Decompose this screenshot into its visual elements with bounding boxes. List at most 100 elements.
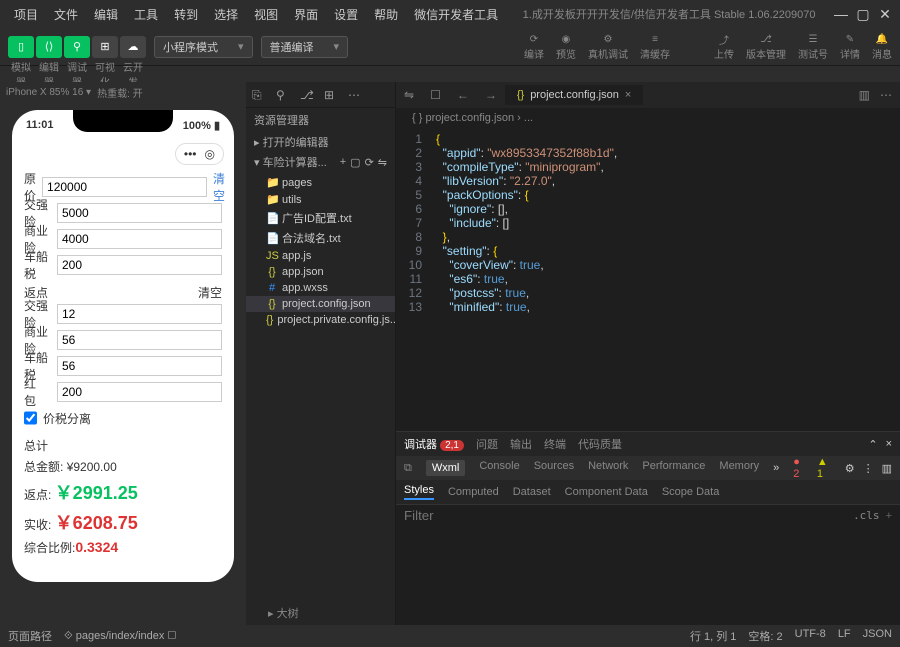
devtab-Sources[interactable]: Sources xyxy=(534,460,574,476)
mode-select[interactable]: 小程序模式 xyxy=(154,36,253,58)
devtab-Performance[interactable]: Performance xyxy=(642,460,705,476)
file-app.wxss[interactable]: #app.wxss xyxy=(246,280,395,296)
filter-input[interactable] xyxy=(404,508,853,523)
r-syx-input[interactable] xyxy=(57,330,222,350)
simulator-toggle[interactable]: ▯ xyxy=(8,36,34,58)
action-测试号[interactable]: ☰测试号 xyxy=(798,32,828,61)
subtab-Styles[interactable]: Styles xyxy=(404,484,434,500)
debug-tab-终端[interactable]: 终端 xyxy=(544,436,566,452)
warn-count[interactable]: ▲ 1 xyxy=(817,456,837,480)
menu-视图[interactable]: 视图 xyxy=(248,4,284,25)
menu-帮助[interactable]: 帮助 xyxy=(368,4,404,25)
panel-up-icon[interactable]: ⌃ xyxy=(868,438,877,451)
minimize-icon[interactable]: — xyxy=(834,7,848,21)
menu-转到[interactable]: 转到 xyxy=(168,4,204,25)
menu-工具[interactable]: 工具 xyxy=(128,4,164,25)
cursor-pos[interactable]: 行 1, 列 1 xyxy=(690,628,736,644)
r-ccs-input[interactable] xyxy=(57,356,222,376)
menu-设置[interactable]: 设置 xyxy=(328,4,364,25)
device-select[interactable]: iPhone X 85% 16 ▾ xyxy=(6,87,91,98)
split-icon[interactable]: ▥ xyxy=(859,88,870,102)
editor-toggle[interactable]: ⟨⟩ xyxy=(36,36,62,58)
open-editors-section[interactable]: ▸ 打开的编辑器 xyxy=(246,132,395,152)
branch-icon[interactable]: ⎇ xyxy=(300,88,314,102)
page-path[interactable]: ⟐ pages/index/index ▢ xyxy=(64,630,176,643)
action-消息[interactable]: 🔔消息 xyxy=(872,32,892,61)
swap-icon[interactable]: ⇋ xyxy=(396,88,422,102)
file-project.private.config.js...[interactable]: {}project.private.config.js... xyxy=(246,312,395,328)
inspect-icon[interactable]: ⧉ xyxy=(404,462,412,475)
file-app.js[interactable]: JSapp.js xyxy=(246,248,395,264)
encoding[interactable]: UTF-8 xyxy=(795,628,826,644)
devtab-Console[interactable]: Console xyxy=(479,460,519,476)
dock-icon[interactable]: ▥ xyxy=(882,462,892,475)
debug-tab-问题[interactable]: 问题 xyxy=(476,436,498,452)
original-input[interactable] xyxy=(42,177,207,197)
action-预览[interactable]: ◉预览 xyxy=(556,32,576,61)
file-合法域名.txt[interactable]: 📄合法域名.txt xyxy=(246,228,395,248)
panel-close-icon[interactable]: × xyxy=(886,438,892,451)
refresh-icon[interactable]: ⟳ xyxy=(365,156,374,169)
debug-tab-代码质量[interactable]: 代码质量 xyxy=(578,436,622,452)
clear-button[interactable]: 清空 xyxy=(213,170,225,204)
jqx-input[interactable] xyxy=(57,203,222,223)
forward-icon[interactable]: → xyxy=(477,88,505,102)
eol[interactable]: LF xyxy=(838,628,851,644)
devtab-Network[interactable]: Network xyxy=(588,460,628,476)
lang[interactable]: JSON xyxy=(863,628,892,644)
cls-button[interactable]: .cls xyxy=(853,509,880,522)
more-editor-icon[interactable]: ⋯ xyxy=(880,88,892,102)
dashi-label[interactable]: ▸ 大树 xyxy=(260,601,307,625)
cloud-toggle[interactable]: ☁ xyxy=(120,36,146,58)
debug-tab-调试器[interactable]: 调试器 2,1 xyxy=(404,436,464,452)
hb-input[interactable] xyxy=(57,382,222,402)
editor-tab[interactable]: {} project.config.json × xyxy=(505,85,643,105)
ccs-input[interactable] xyxy=(57,255,222,275)
back-icon[interactable]: ← xyxy=(449,88,477,102)
syx-input[interactable] xyxy=(57,229,222,249)
action-上传[interactable]: ⤴上传 xyxy=(714,32,734,61)
spaces[interactable]: 空格: 2 xyxy=(748,628,782,644)
menu-选择[interactable]: 选择 xyxy=(208,4,244,25)
menu-编辑[interactable]: 编辑 xyxy=(88,4,124,25)
subtab-Dataset[interactable]: Dataset xyxy=(513,486,551,498)
action-详情[interactable]: ✎详情 xyxy=(840,32,860,61)
menu-界面[interactable]: 界面 xyxy=(288,4,324,25)
debug-tab-输出[interactable]: 输出 xyxy=(510,436,532,452)
file-project.config.json[interactable]: {}project.config.json xyxy=(246,296,395,312)
new-file-icon[interactable]: + xyxy=(340,156,346,169)
menu-项目[interactable]: 项目 xyxy=(8,4,44,25)
add-rule-icon[interactable]: + xyxy=(886,510,892,522)
subtab-Scope Data[interactable]: Scope Data xyxy=(662,486,719,498)
code-area[interactable]: 1{2 "appid": "wx8953347352f88b1d",3 "com… xyxy=(396,128,900,431)
action-版本管理[interactable]: ⎇版本管理 xyxy=(746,32,786,61)
action-编译[interactable]: ⟳编译 xyxy=(524,32,544,61)
devtab-Memory[interactable]: Memory xyxy=(719,460,759,476)
compile-select[interactable]: 普通编译 xyxy=(261,36,349,58)
action-真机调试[interactable]: ⚙真机调试 xyxy=(588,32,628,61)
action-清缓存[interactable]: ≡清缓存 xyxy=(640,32,670,61)
bookmark-icon[interactable]: ☐ xyxy=(422,88,449,102)
split-checkbox[interactable] xyxy=(24,408,37,428)
menu-文件[interactable]: 文件 xyxy=(48,4,84,25)
visual-toggle[interactable]: ⊞ xyxy=(92,36,118,58)
devtab-Wxml[interactable]: Wxml xyxy=(426,460,466,476)
ext-icon[interactable]: ⊞ xyxy=(324,88,338,102)
menu-微信开发者工具[interactable]: 微信开发者工具 xyxy=(408,4,504,25)
new-folder-icon[interactable]: ▢ xyxy=(350,156,360,169)
menu-icon[interactable]: ••• xyxy=(184,147,197,161)
more-devtabs-icon[interactable]: » xyxy=(773,462,779,474)
r-jqx-input[interactable] xyxy=(57,304,222,324)
breadcrumb[interactable]: { } project.config.json › ... xyxy=(396,108,900,128)
capsule[interactable]: ••• ◎ xyxy=(175,143,224,165)
file-app.json[interactable]: {}app.json xyxy=(246,264,395,280)
subtab-Component Data[interactable]: Component Data xyxy=(565,486,648,498)
more-icon[interactable]: ⋯ xyxy=(348,88,362,102)
collapse-icon[interactable]: ⇋ xyxy=(378,156,387,169)
error-count[interactable]: ● 2 xyxy=(793,456,809,480)
files-icon[interactable]: ⎘ xyxy=(252,88,266,102)
close-tab-icon[interactable]: × xyxy=(625,89,631,101)
debugger-toggle[interactable]: ⚲ xyxy=(64,36,90,58)
project-section[interactable]: ▾ 车险计算器... + ▢ ⟳ ⇋ xyxy=(246,152,395,172)
file-广告ID配置.txt[interactable]: 📄广告ID配置.txt xyxy=(246,208,395,228)
